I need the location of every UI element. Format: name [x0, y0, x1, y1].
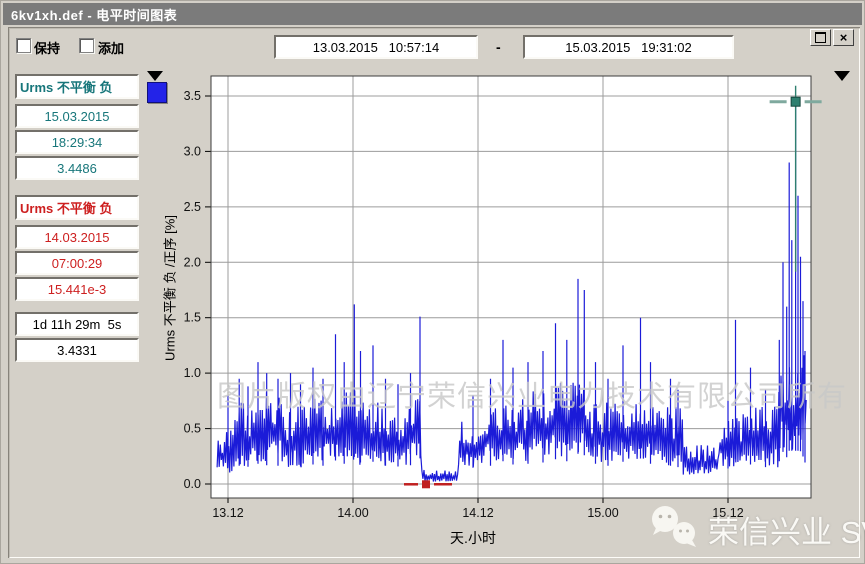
svg-text:3.0: 3.0 [184, 144, 201, 158]
svg-text:0.0: 0.0 [184, 477, 201, 491]
svg-text:2.0: 2.0 [184, 255, 201, 269]
range-start-field[interactable]: 13.03.2015 10:57:14 [274, 35, 478, 59]
range-separator: - [496, 39, 501, 55]
range-end-field[interactable]: 15.03.2015 19:31:02 [523, 35, 734, 59]
svg-text:13.12: 13.12 [212, 506, 243, 520]
chart-canvas[interactable]: 0.0 0.5 1.0 1.5 2.0 2.5 3.0 3.5 13.12 14.00 14.12 1… [161, 66, 865, 556]
close-icon: × [840, 31, 848, 44]
hold-checkbox-label: 保持 [34, 38, 60, 57]
svg-text:1.5: 1.5 [184, 311, 201, 325]
page-title: 6kv1xh.def - 电平时间图表 [11, 5, 177, 24]
add-checkbox-label: 添加 [98, 38, 124, 57]
app-window: 6kv1xh.def - 电平时间图表 保持 添加 13.03.2015 10:… [0, 0, 865, 564]
max-cursor-date-box: 15.03.2015 [15, 104, 139, 128]
svg-text:1.0: 1.0 [184, 366, 201, 380]
min-cursor-time-box: 07:00:29 [15, 251, 139, 275]
svg-text:0.5: 0.5 [184, 422, 201, 436]
hold-checkbox[interactable] [16, 38, 31, 53]
close-button[interactable]: × [833, 29, 854, 46]
svg-text:2.5: 2.5 [184, 200, 201, 214]
maximize-button[interactable] [810, 29, 831, 46]
max-cursor-value-box: 3.4486 [15, 156, 139, 180]
svg-text:15.12: 15.12 [712, 506, 743, 520]
max-cursor-series-box: Urms 不平衡 负 [15, 74, 139, 99]
min-cursor-date-box: 14.03.2015 [15, 225, 139, 249]
chart-dropdown-button[interactable] [834, 71, 850, 81]
chevron-down-icon [834, 71, 850, 81]
min-cursor-series-box: Urms 不平衡 负 [15, 195, 139, 220]
maximize-icon [815, 32, 826, 43]
title-bar[interactable]: 6kv1xh.def - 电平时间图表 [3, 3, 862, 25]
min-cursor-value-box: 15.441e-3 [15, 277, 139, 301]
delta-duration-box: 1d 11h 29m 5s [15, 312, 139, 336]
svg-text:14.00: 14.00 [337, 506, 368, 520]
svg-text:14.12: 14.12 [462, 506, 493, 520]
add-checkbox[interactable] [79, 38, 94, 53]
svg-text:15.00: 15.00 [587, 506, 618, 520]
delta-value-box: 3.4331 [15, 338, 139, 362]
max-cursor-time-box: 18:29:34 [15, 130, 139, 154]
svg-text:3.5: 3.5 [184, 89, 201, 103]
